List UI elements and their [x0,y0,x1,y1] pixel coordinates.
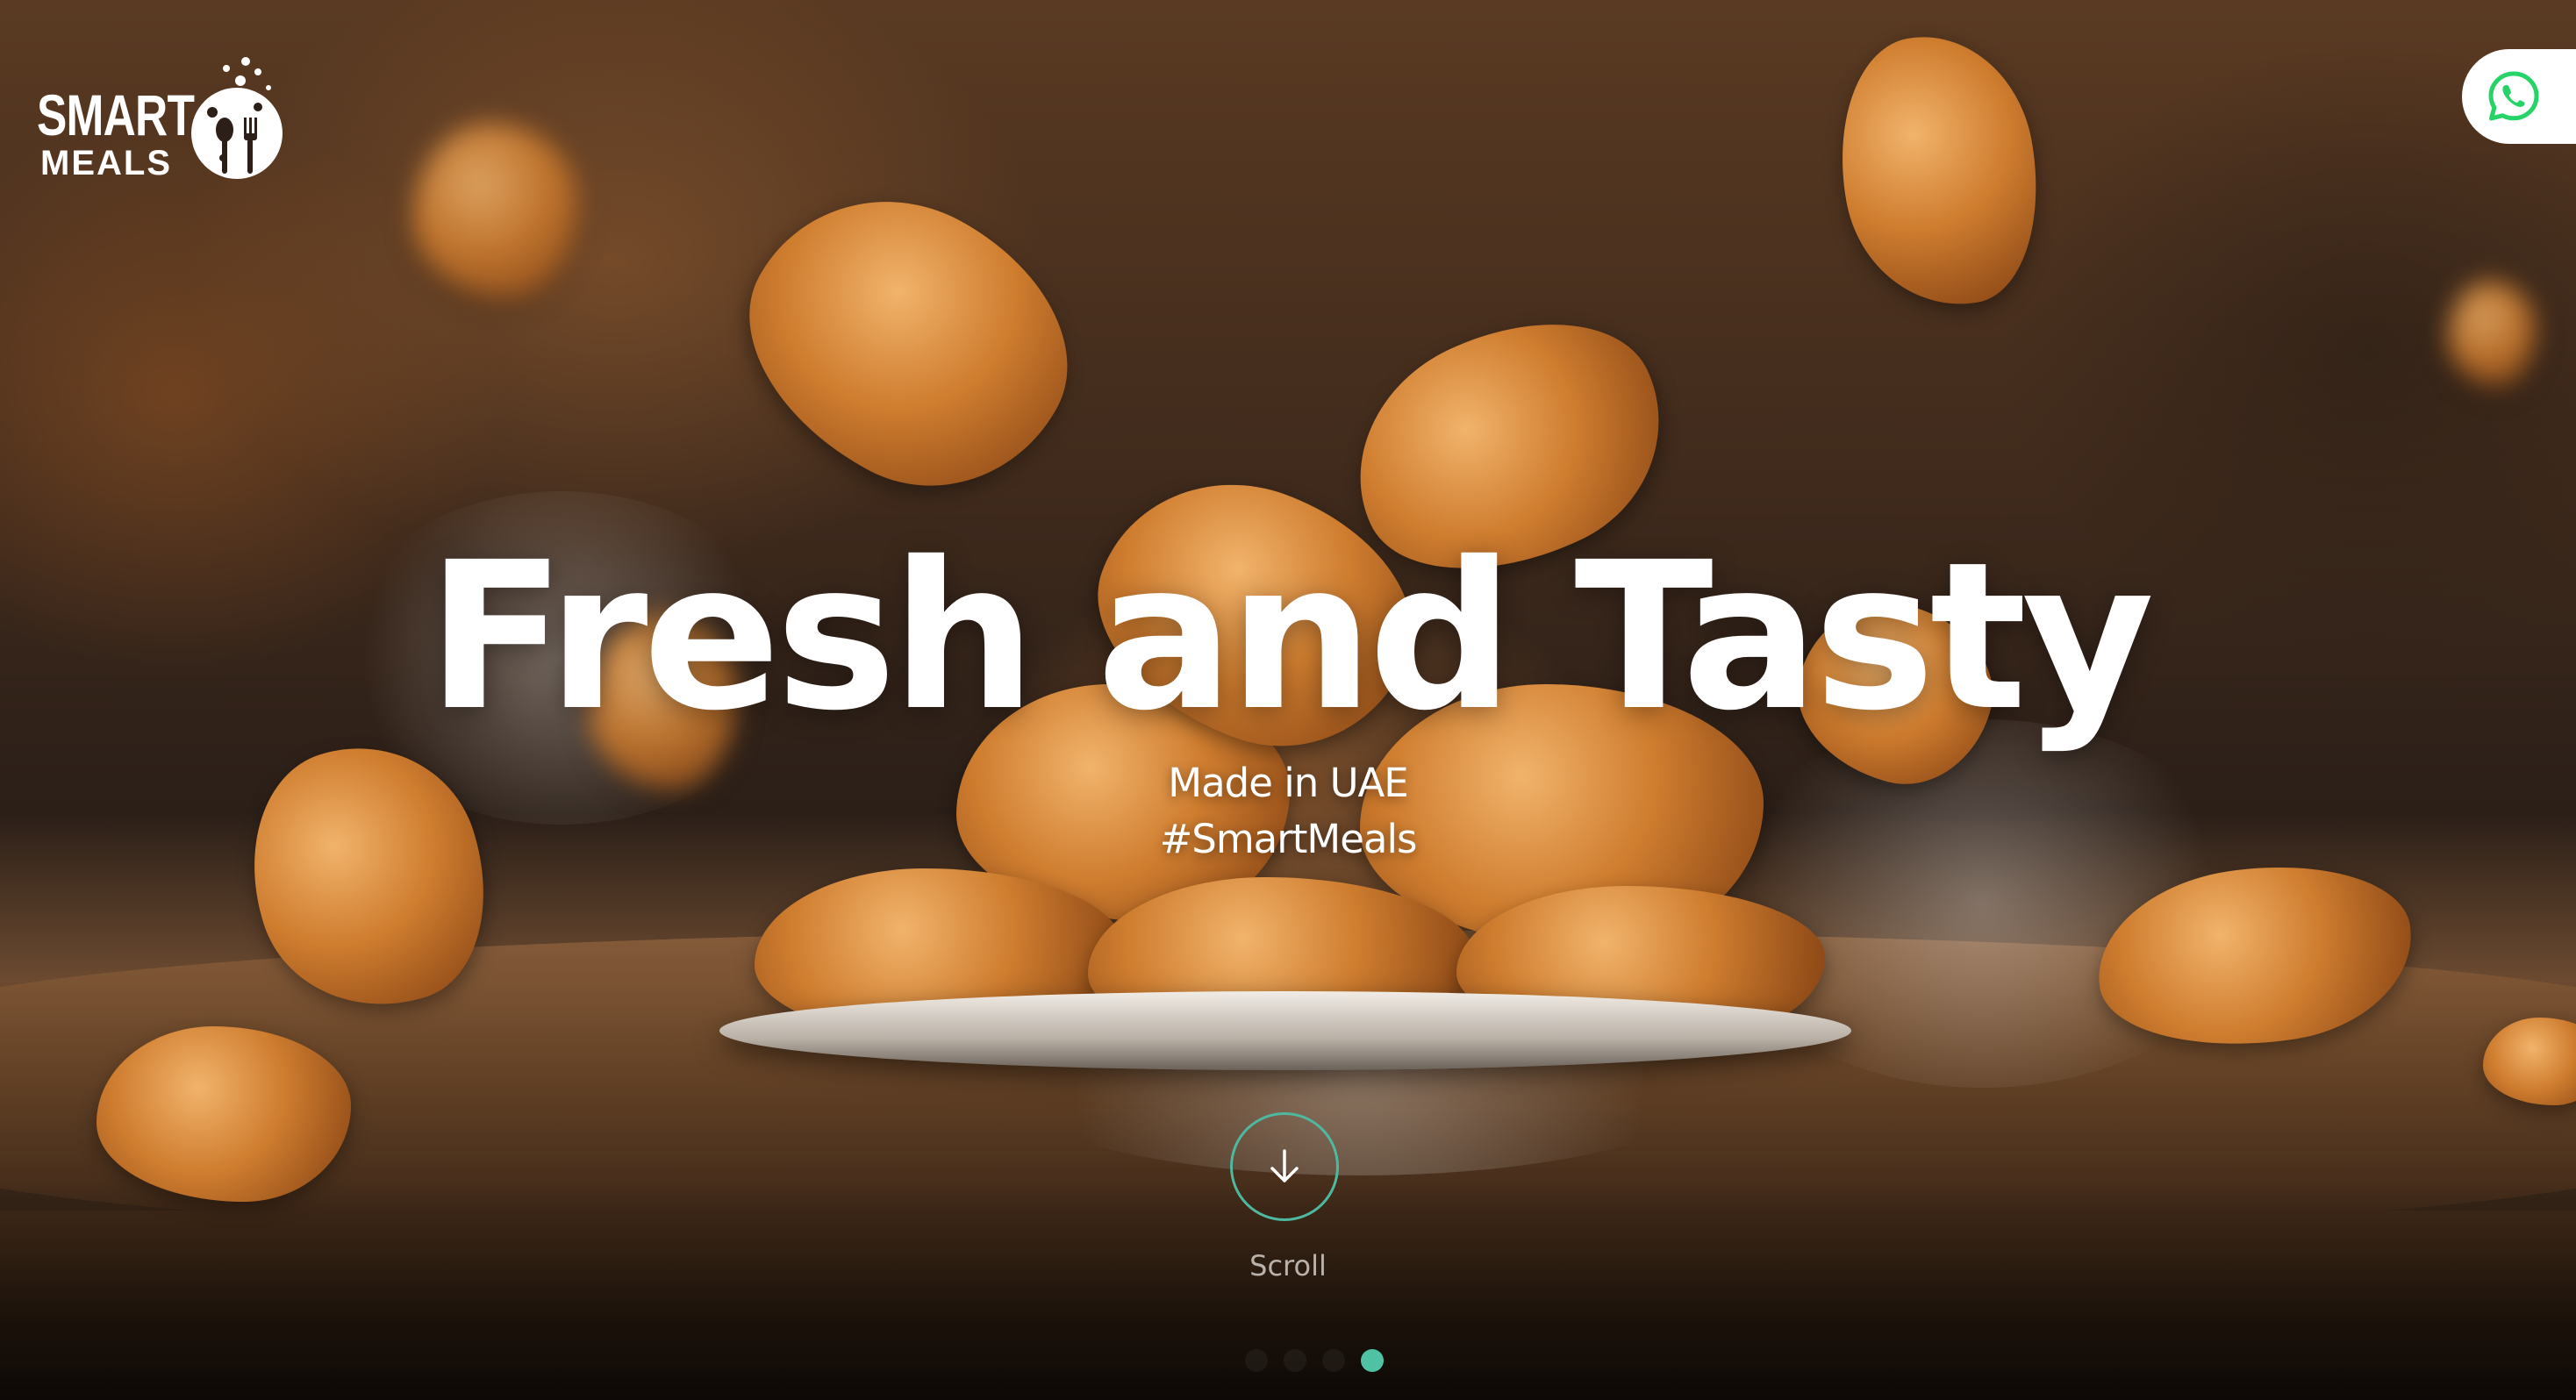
scroll-down-button[interactable] [1230,1112,1339,1221]
nugget-image [703,149,1113,535]
nugget-image [97,1026,351,1202]
scroll-label: Scroll [1249,1249,1327,1282]
logo-text-smart: SMART [37,82,195,147]
pagination-dot[interactable] [1245,1349,1268,1372]
whatsapp-icon [2488,71,2539,121]
hero-hashtag: #SmartMeals [1159,816,1418,862]
plate-cutlery-icon [191,57,283,179]
pagination-dot[interactable] [1284,1349,1306,1372]
pagination-dot-active[interactable] [1361,1349,1384,1372]
arrow-down-icon [1270,1149,1299,1182]
brand-logo[interactable]: SMART MEALS [37,54,291,186]
nugget-image [2448,281,2536,386]
hero-headline: Fresh and Tasty [426,518,2154,755]
whatsapp-button[interactable] [2462,49,2576,144]
hero-section: SMART MEALS Fresh and Tasty Made in UAE … [0,0,2576,1400]
plate [719,991,1851,1070]
logo-text-meals: MEALS [40,144,172,182]
hero-subtitle-origin: Made in UAE [1168,760,1408,806]
nugget-image [412,123,579,298]
pagination-dot[interactable] [1322,1349,1345,1372]
slide-pagination [0,1349,2576,1372]
nugget-image [1820,20,2058,322]
